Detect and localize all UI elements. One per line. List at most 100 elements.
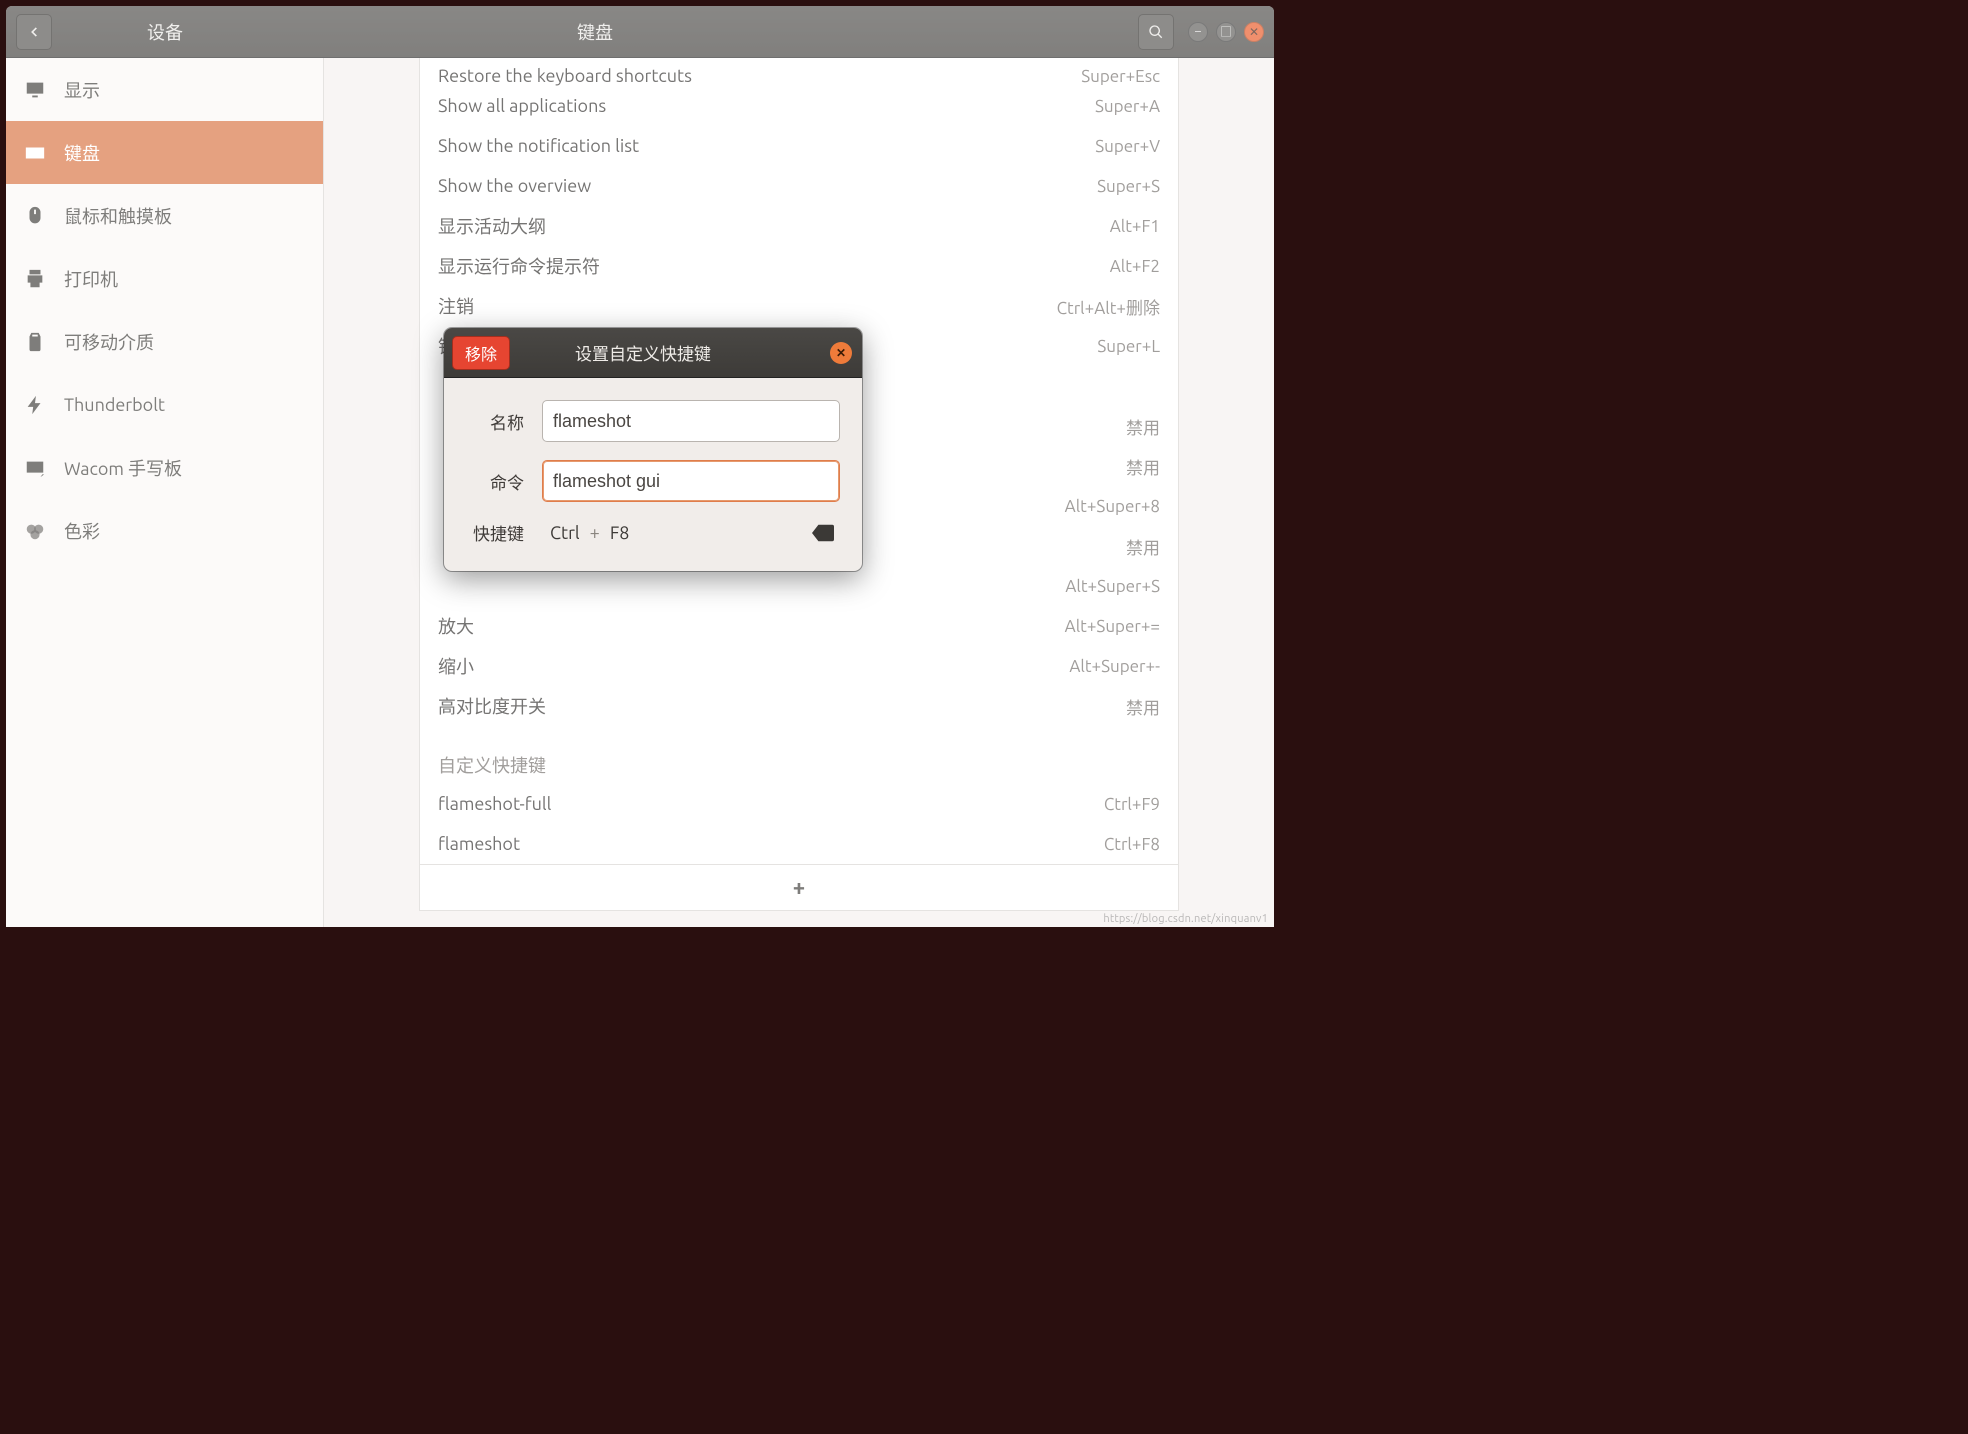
window-controls: – □ ✕ xyxy=(1188,22,1264,42)
command-input[interactable] xyxy=(542,460,840,502)
dialog-close-button[interactable]: ✕ xyxy=(830,342,852,364)
removable-icon xyxy=(24,331,46,353)
sidebar-item-label: 鼠标和触摸板 xyxy=(64,203,172,229)
shortcut-keys: Super+L xyxy=(1097,337,1160,356)
titlebar: 设备 键盘 – □ ✕ xyxy=(6,6,1274,58)
shortcut-row[interactable]: Restore the keyboard shortcutsSuper+Esc xyxy=(420,62,1178,86)
mouse-icon xyxy=(24,205,46,227)
shortcut-keys: Ctrl+Alt+删除 xyxy=(1057,294,1160,319)
printer-icon xyxy=(24,268,46,290)
shortcut-row[interactable]: Alt+Super+S xyxy=(420,566,1178,606)
minimize-button[interactable]: – xyxy=(1188,22,1208,42)
shortcut-label: flameshot-full xyxy=(438,794,1104,814)
shortcut-keys: Alt+Super+= xyxy=(1065,617,1160,636)
dialog-header: 移除 设置自定义快捷键 ✕ xyxy=(444,328,862,378)
shortcut-keys: 禁用 xyxy=(1126,414,1160,439)
shortcut-label: 高对比度开关 xyxy=(438,693,1126,719)
sidebar-item-color[interactable]: 色彩 xyxy=(6,499,323,562)
sidebar-item-label: 键盘 xyxy=(64,140,100,166)
shortcut-label: 显示运行命令提示符 xyxy=(438,253,1110,279)
shortcut-keys: 禁用 xyxy=(1126,534,1160,559)
sidebar-item-label: 可移动介质 xyxy=(64,329,154,355)
color-icon xyxy=(24,520,46,542)
shortcut-row[interactable]: 放大Alt+Super+= xyxy=(420,606,1178,646)
shortcut-joiner: + xyxy=(590,523,600,543)
sidebar-item-removable[interactable]: 可移动介质 xyxy=(6,310,323,373)
shortcut-row[interactable]: 显示运行命令提示符Alt+F2 xyxy=(420,246,1178,286)
shortcut-label: Show the overview xyxy=(438,176,1097,196)
custom-shortcut-row[interactable]: flameshot-fullCtrl+F9 xyxy=(420,784,1178,824)
shortcut-row[interactable]: Show the overviewSuper+S xyxy=(420,166,1178,206)
dialog-title: 设置自定义快捷键 xyxy=(456,340,830,365)
shortcut-label: Restore the keyboard shortcuts xyxy=(438,66,1081,86)
sidebar-item-mouse[interactable]: 鼠标和触摸板 xyxy=(6,184,323,247)
shortcut-label: 放大 xyxy=(438,613,1065,639)
shortcut-key: Ctrl xyxy=(550,523,580,543)
shortcut-keys: Alt+Super+8 xyxy=(1065,497,1160,516)
sidebar-item-label: 打印机 xyxy=(64,266,118,292)
search-button[interactable] xyxy=(1138,14,1174,50)
shortcut-keys: Super+Esc xyxy=(1081,67,1160,86)
command-label: 命令 xyxy=(466,469,524,494)
shortcut-display[interactable]: Ctrl + F8 xyxy=(542,523,840,543)
shortcut-row[interactable]: 注销Ctrl+Alt+删除 xyxy=(420,286,1178,326)
maximize-button[interactable]: □ xyxy=(1216,22,1236,42)
name-label: 名称 xyxy=(466,409,524,434)
close-button[interactable]: ✕ xyxy=(1244,22,1264,42)
shortcut-row[interactable]: 高对比度开关禁用 xyxy=(420,686,1178,726)
search-icon xyxy=(1148,24,1164,40)
shortcut-keys: Super+V xyxy=(1095,137,1160,156)
shortcut-keys: 禁用 xyxy=(1126,454,1160,479)
sidebar-item-label: 色彩 xyxy=(64,518,100,544)
sidebar-item-label: 显示 xyxy=(64,77,100,103)
settings-window: 设备 键盘 – □ ✕ 显示 键盘 鼠标和触摸板 xyxy=(6,6,1274,927)
name-input[interactable] xyxy=(542,400,840,442)
shortcut-row[interactable]: Show the notification listSuper+V xyxy=(420,126,1178,166)
shortcut-keys: Ctrl+F9 xyxy=(1104,795,1160,814)
sidebar-item-thunderbolt[interactable]: Thunderbolt xyxy=(6,373,323,436)
watermark: https://blog.csdn.net/xinquanv1 xyxy=(1103,913,1268,925)
sidebar-item-keyboard[interactable]: 键盘 xyxy=(6,121,323,184)
shortcut-keys: Alt+F2 xyxy=(1110,257,1160,276)
sidebar: 显示 键盘 鼠标和触摸板 打印机 可移动介质 Thunderbolt xyxy=(6,58,324,927)
shortcut-row[interactable]: Show all applicationsSuper+A xyxy=(420,86,1178,126)
chevron-left-icon xyxy=(27,25,41,39)
shortcut-keys: Alt+F1 xyxy=(1110,217,1160,236)
shortcut-keys: Super+A xyxy=(1095,97,1160,116)
custom-shortcut-dialog: 移除 设置自定义快捷键 ✕ 名称 命令 快捷键 Ctrl + F8 xyxy=(444,328,862,571)
dialog-body: 名称 命令 快捷键 Ctrl + F8 xyxy=(444,378,862,571)
keyboard-icon xyxy=(24,142,46,164)
shortcut-key: F8 xyxy=(610,523,630,543)
monitor-icon xyxy=(24,79,46,101)
shortcut-label: 快捷键 xyxy=(466,520,524,545)
shortcut-label: Show all applications xyxy=(438,96,1095,116)
sidebar-item-wacom[interactable]: Wacom 手写板 xyxy=(6,436,323,499)
shortcut-keys: 禁用 xyxy=(1126,694,1160,719)
sidebar-item-printers[interactable]: 打印机 xyxy=(6,247,323,310)
backspace-icon xyxy=(812,524,834,542)
shortcut-keys: Ctrl+F8 xyxy=(1104,835,1160,854)
page-title: 键盘 xyxy=(52,19,1138,45)
shortcut-label: flameshot xyxy=(438,834,1104,854)
sidebar-item-display[interactable]: 显示 xyxy=(6,58,323,121)
shortcut-row[interactable]: 缩小Alt+Super+- xyxy=(420,646,1178,686)
sidebar-item-label: Thunderbolt xyxy=(64,395,165,415)
shortcut-keys: Super+S xyxy=(1097,177,1160,196)
field-row-command: 命令 xyxy=(466,460,840,502)
field-row-shortcut: 快捷键 Ctrl + F8 xyxy=(466,520,840,545)
shortcut-clear-button[interactable] xyxy=(812,524,834,542)
tablet-icon xyxy=(24,457,46,479)
back-button[interactable] xyxy=(16,14,52,50)
shortcut-keys: Alt+Super+- xyxy=(1069,657,1160,676)
shortcut-row[interactable]: 显示活动大纲Alt+F1 xyxy=(420,206,1178,246)
add-shortcut-button[interactable]: + xyxy=(420,864,1178,910)
custom-shortcut-row[interactable]: flameshotCtrl+F8 xyxy=(420,824,1178,864)
shortcut-label: 显示活动大纲 xyxy=(438,213,1110,239)
sidebar-item-label: Wacom 手写板 xyxy=(64,455,182,481)
custom-section-header: 自定义快捷键 xyxy=(420,726,1178,784)
shortcut-label: Show the notification list xyxy=(438,136,1095,156)
shortcut-label: 注销 xyxy=(438,293,1057,319)
field-row-name: 名称 xyxy=(466,400,840,442)
thunderbolt-icon xyxy=(24,394,46,416)
shortcut-label: 缩小 xyxy=(438,653,1069,679)
